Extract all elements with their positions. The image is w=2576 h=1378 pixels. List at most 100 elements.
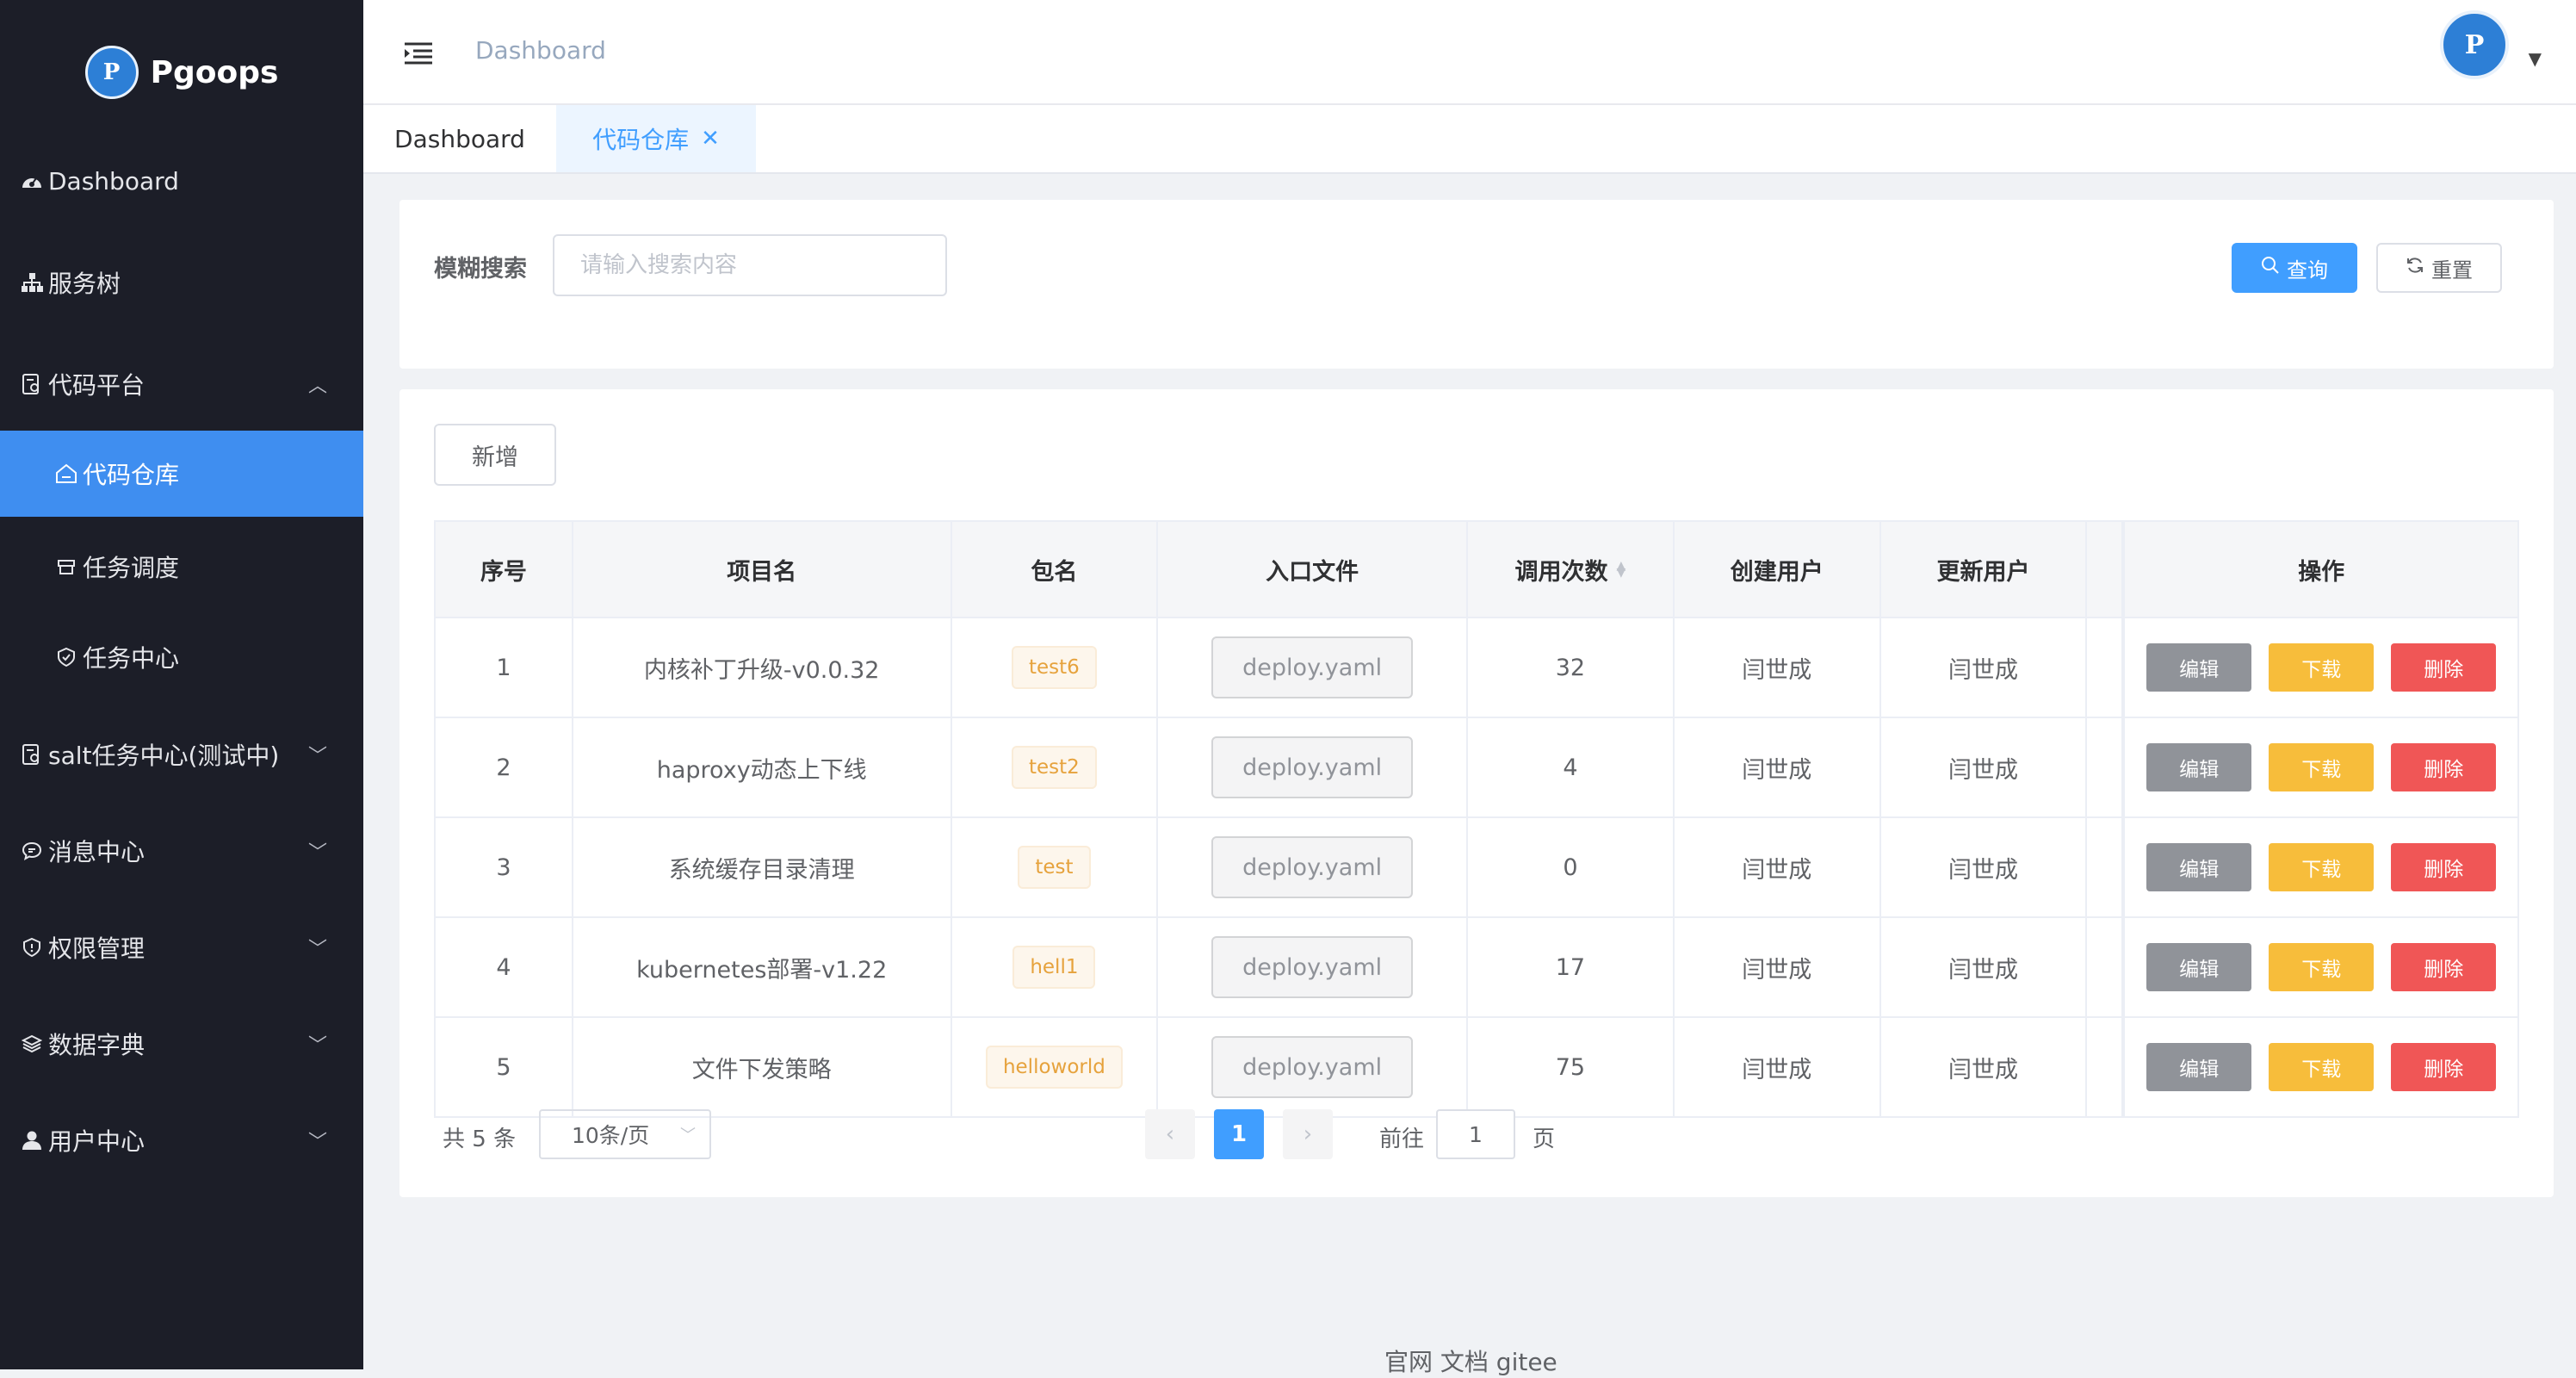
cell-count: 0: [1468, 818, 1675, 916]
chevron-down-icon: ﹀: [307, 1035, 327, 1057]
cell-ops: 编辑 下载 删除: [2123, 718, 2517, 816]
entry-file-button[interactable]: deploy.yaml: [1211, 1036, 1414, 1098]
cell-entry: deploy.yaml: [1158, 818, 1469, 916]
delete-button[interactable]: 删除: [2391, 943, 2497, 991]
sort-icon[interactable]: ▲ ▼: [1617, 559, 1626, 579]
reset-label: 重置: [2431, 258, 2473, 282]
chevron-down-icon: ﹀: [307, 939, 327, 960]
sidebar-item-salt-task-center[interactable]: salt任务中心(测试中) ﹀: [0, 730, 363, 779]
delete-button[interactable]: 删除: [2391, 743, 2497, 791]
col-name-header: 项目名: [573, 522, 952, 617]
cell-spacer: [2087, 818, 2124, 916]
sidebar-item-code-repo[interactable]: 代码仓库: [0, 431, 363, 517]
table-row: 1 内核补丁升级-v0.0.32 test6 deploy.yaml 32 闫世…: [436, 618, 2517, 718]
col-ops-header: 操作: [2123, 522, 2517, 617]
sidebar-item-label: 消息中心: [48, 838, 146, 866]
cell-ops: 编辑 下载 删除: [2123, 818, 2517, 916]
top-header: Dashboard P ▼: [363, 0, 2576, 105]
menu-toggle-icon[interactable]: [405, 41, 432, 69]
sitemap-icon: [19, 272, 45, 293]
cell-name: 系统缓存目录清理: [573, 818, 952, 916]
cell-package: test2: [952, 718, 1159, 816]
cell-count: 75: [1468, 1018, 1675, 1116]
layers-icon: [19, 1034, 45, 1054]
download-button[interactable]: 下载: [2269, 943, 2375, 991]
tab-dashboard[interactable]: Dashboard: [363, 105, 556, 172]
cell-creator: 闫世成: [1675, 1018, 1881, 1116]
cell-entry: deploy.yaml: [1158, 918, 1469, 1016]
cell-count: 17: [1468, 918, 1675, 1016]
cell-count: 4: [1468, 718, 1675, 816]
entry-file-button[interactable]: deploy.yaml: [1211, 936, 1414, 998]
edit-button[interactable]: 编辑: [2146, 1043, 2252, 1091]
cell-creator: 闫世成: [1675, 718, 1881, 816]
prev-page-button[interactable]: ‹: [1145, 1109, 1195, 1159]
sidebar-item-label: 权限管理: [48, 934, 146, 963]
edit-button[interactable]: 编辑: [2146, 943, 2252, 991]
brand[interactable]: P Pgoops: [0, 0, 363, 145]
entry-file-button[interactable]: deploy.yaml: [1211, 636, 1414, 698]
document-icon: [19, 743, 45, 766]
package-tag: test6: [1012, 646, 1097, 689]
tab-label: 代码仓库: [592, 126, 690, 154]
edit-button[interactable]: 编辑: [2146, 843, 2252, 891]
delete-button[interactable]: 删除: [2391, 843, 2497, 891]
edit-button[interactable]: 编辑: [2146, 643, 2252, 692]
shield-check-icon: [53, 647, 79, 667]
tab-code-repo[interactable]: 代码仓库 ✕: [556, 105, 756, 172]
table-row: 3 系统缓存目录清理 test deploy.yaml 0 闫世成 闫世成 编辑…: [436, 818, 2517, 918]
add-button[interactable]: 新增: [434, 424, 556, 486]
search-icon: [2261, 256, 2280, 280]
search-input[interactable]: [553, 234, 947, 296]
entry-file-button[interactable]: deploy.yaml: [1211, 736, 1414, 798]
col-count-header[interactable]: 调用次数 ▲ ▼: [1468, 522, 1675, 617]
sidebar-item-label: 任务中心: [83, 644, 180, 673]
package-tag: helloworld: [985, 1046, 1123, 1089]
entry-file-button[interactable]: deploy.yaml: [1211, 836, 1414, 898]
download-button[interactable]: 下载: [2269, 1043, 2375, 1091]
avatar[interactable]: P: [2440, 10, 2509, 79]
delete-button[interactable]: 删除: [2391, 1043, 2497, 1091]
breadcrumb[interactable]: Dashboard: [475, 36, 606, 65]
col-entry-header: 入口文件: [1158, 522, 1469, 617]
sidebar-item-service-tree[interactable]: 服务树: [0, 258, 363, 307]
tabs-bar: Dashboard 代码仓库 ✕: [363, 105, 2576, 174]
sidebar-item-permissions[interactable]: 权限管理 ﹀: [0, 923, 363, 971]
edit-button[interactable]: 编辑: [2146, 743, 2252, 791]
download-button[interactable]: 下载: [2269, 643, 2375, 692]
dashboard-icon: [19, 171, 45, 191]
caret-down-icon[interactable]: ▼: [2529, 48, 2542, 69]
page-number-button[interactable]: 1: [1214, 1109, 1264, 1159]
sidebar-item-messages[interactable]: 消息中心 ﹀: [0, 827, 363, 875]
refresh-icon: [2406, 256, 2424, 280]
cell-creator: 闫世成: [1675, 818, 1881, 916]
cell-creator: 闫世成: [1675, 618, 1881, 717]
reset-button[interactable]: 重置: [2376, 243, 2502, 293]
close-icon[interactable]: ✕: [701, 126, 720, 152]
chat-icon: [19, 841, 45, 861]
download-button[interactable]: 下载: [2269, 743, 2375, 791]
home-icon: [53, 463, 79, 484]
brand-name: Pgoops: [150, 54, 279, 90]
delete-button[interactable]: 删除: [2391, 643, 2497, 692]
sidebar-item-task-schedule[interactable]: 任务调度: [0, 543, 363, 591]
col-package-header: 包名: [951, 522, 1159, 617]
cell-entry: deploy.yaml: [1158, 1018, 1469, 1116]
footer-links[interactable]: 官网 文档 gitee: [1384, 1344, 1557, 1378]
cell-entry: deploy.yaml: [1158, 618, 1469, 717]
sidebar-item-task-center[interactable]: 任务中心: [0, 633, 363, 681]
sidebar-item-code-platform[interactable]: 代码平台 ︿: [0, 360, 363, 408]
page-size-select[interactable]: 10条/页 ﹀: [539, 1109, 711, 1159]
col-index-header: 序号: [436, 522, 573, 617]
tab-label: Dashboard: [394, 124, 525, 153]
sidebar-item-data-dict[interactable]: 数据字典 ﹀: [0, 1020, 363, 1068]
sidebar-item-label: Dashboard: [48, 166, 179, 196]
sidebar-item-dashboard[interactable]: Dashboard: [0, 157, 363, 205]
download-button[interactable]: 下载: [2269, 843, 2375, 891]
table-panel: 新增 序号 项目名 包名 入口文件 调用次数 ▲ ▼ 创建用户 更新用户 操作 1…: [399, 389, 2554, 1197]
cell-spacer: [2087, 618, 2124, 717]
query-button[interactable]: 查询: [2232, 243, 2357, 293]
sidebar-item-user-center[interactable]: 用户中心 ﹀: [0, 1116, 363, 1164]
goto-page-input[interactable]: [1436, 1109, 1515, 1159]
chevron-down-icon: ﹀: [307, 842, 327, 864]
